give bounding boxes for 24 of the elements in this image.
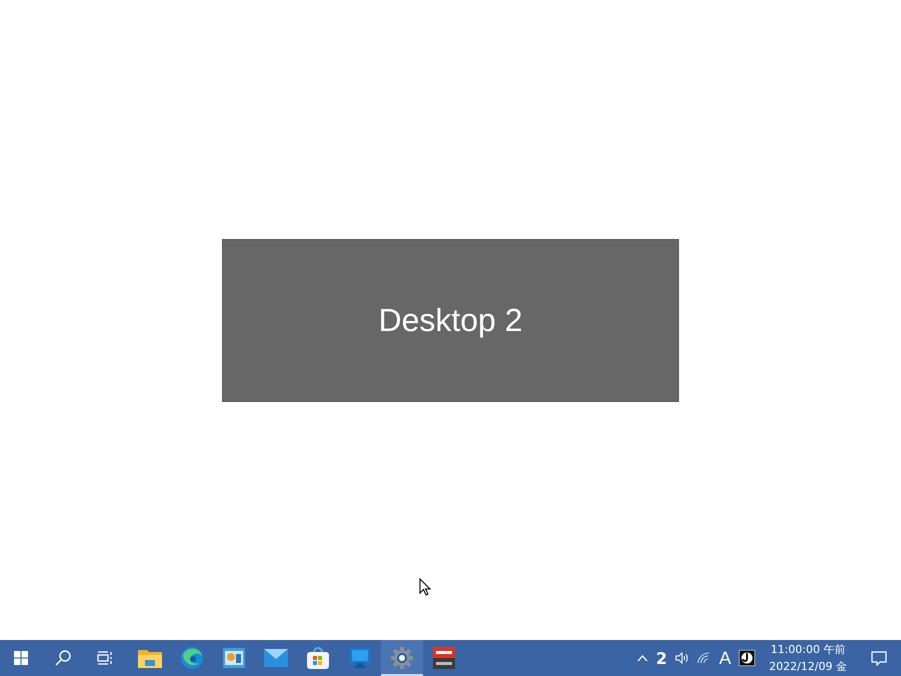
cursor-icon [419, 578, 431, 596]
clock[interactable]: 11:00:00 午前 2022/12/09 金 [769, 641, 847, 675]
monitor-icon [349, 647, 371, 669]
speaker-icon[interactable] [675, 652, 690, 664]
browser-icon [181, 647, 203, 669]
clock-time: 11:00:00 午前 [770, 642, 846, 658]
task-view-icon [97, 651, 113, 665]
windows-icon [14, 651, 28, 665]
wifi-icon[interactable] [697, 652, 712, 664]
store-bag-icon [307, 647, 329, 669]
folder-icon [138, 648, 162, 668]
tray-app-icon[interactable] [739, 650, 756, 666]
desktop-number[interactable]: 2 [656, 648, 668, 668]
mail-icon [264, 649, 288, 667]
input-mode[interactable]: A [719, 648, 732, 668]
notification-icon [871, 650, 887, 666]
chevron-up-icon[interactable] [636, 654, 648, 662]
chart-window-icon [223, 648, 245, 668]
search-icon [55, 650, 71, 666]
gear-icon [391, 647, 413, 669]
desktop-title: Desktop 2 [378, 302, 523, 338]
mixer-app-icon [433, 647, 455, 669]
desktop-preview[interactable]: Desktop 2 [222, 238, 679, 402]
clock-date: 2022/12/09 金 [769, 659, 847, 675]
